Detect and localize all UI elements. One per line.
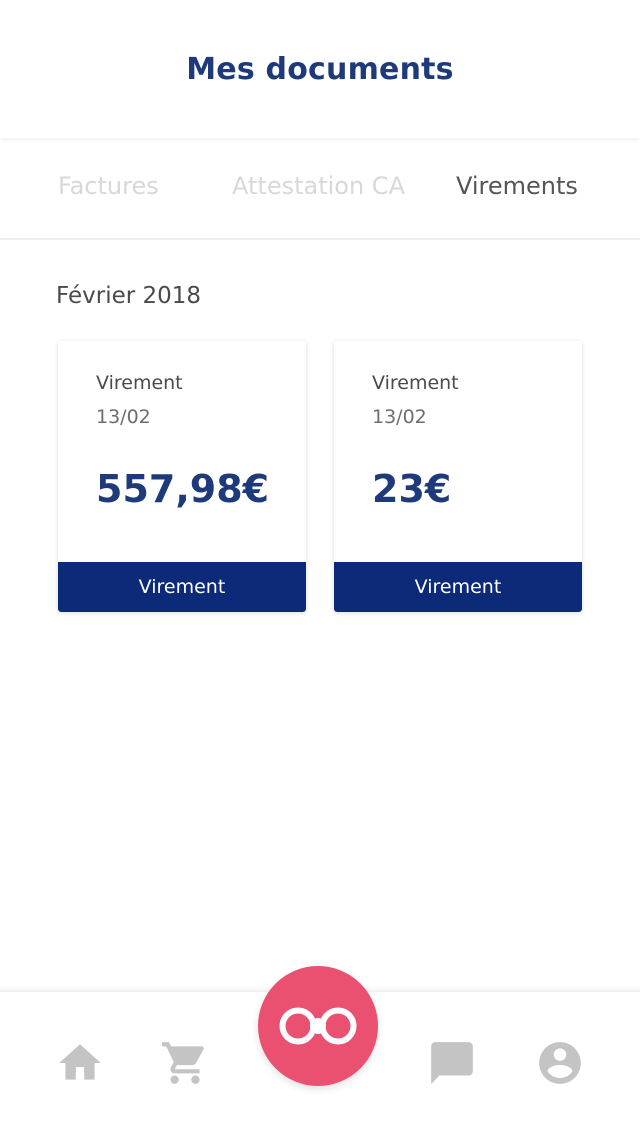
brand-logo-icon [279, 1007, 357, 1045]
card-type: Virement [372, 372, 459, 394]
brand-logo-button[interactable] [258, 966, 378, 1086]
profile-icon[interactable] [535, 1038, 585, 1088]
document-tabs: Factures Attestation CA Virements [0, 140, 640, 240]
tab-factures[interactable]: Factures [58, 172, 159, 200]
tab-virements[interactable]: Virements [456, 172, 578, 200]
card-amount: 23€ [372, 467, 452, 511]
month-heading: Février 2018 [56, 283, 202, 309]
transfer-card: Virement 13/02 557,98€ Virement [58, 341, 306, 612]
app-header: Mes documents [0, 0, 640, 138]
page-title: Mes documents [186, 51, 454, 87]
cart-icon[interactable] [160, 1038, 210, 1088]
chat-icon[interactable] [427, 1038, 477, 1088]
card-type: Virement [96, 372, 183, 394]
card-date: 13/02 [96, 406, 151, 428]
transfer-card: Virement 13/02 23€ Virement [334, 341, 582, 612]
tab-attestation-ca[interactable]: Attestation CA [232, 172, 405, 200]
virement-button[interactable]: Virement [334, 562, 582, 612]
virement-button[interactable]: Virement [58, 562, 306, 612]
card-amount: 557,98€ [96, 467, 270, 511]
home-icon[interactable] [55, 1038, 105, 1088]
card-date: 13/02 [372, 406, 427, 428]
page: Mes documents Factures Attestation CA Vi… [0, 0, 640, 1136]
